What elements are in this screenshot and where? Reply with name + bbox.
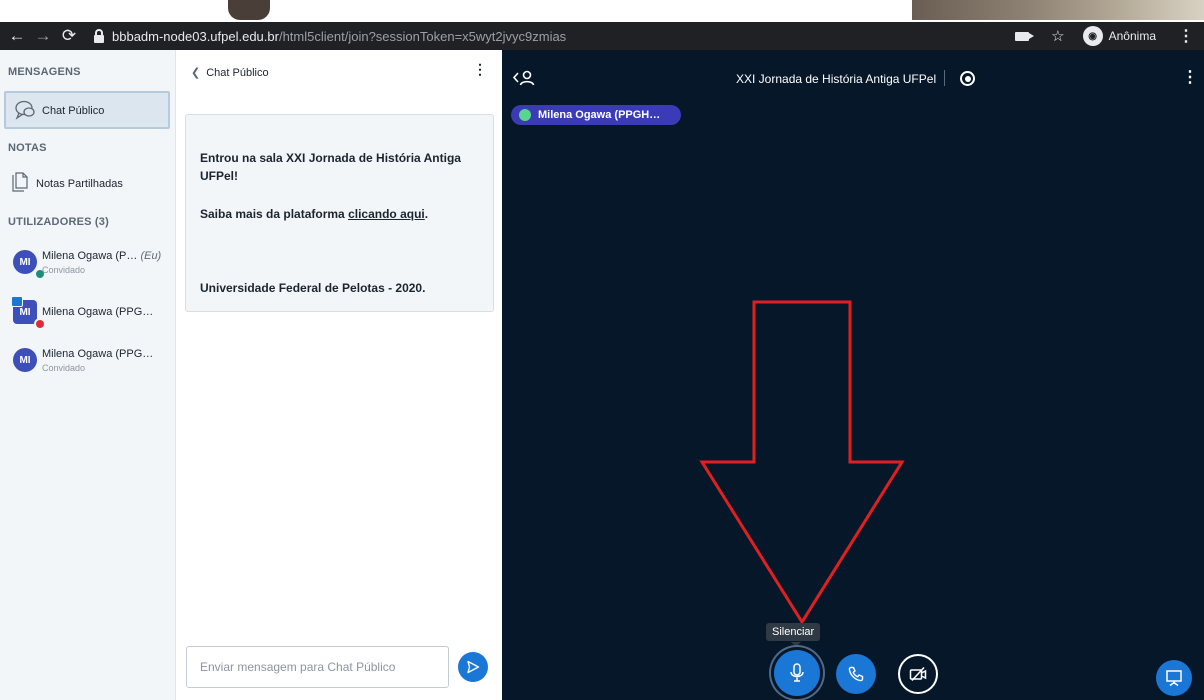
share-webcam-button[interactable] [898, 654, 938, 694]
tooltip-caret [791, 642, 801, 647]
user-role: Convidado [42, 265, 86, 275]
chat-title: Chat Público [206, 67, 269, 79]
welcome-line: Entrou na sala XXI Jornada de História A… [200, 151, 461, 183]
sidebar: MENSAGENS Chat Público NOTAS Notas Parti… [0, 50, 176, 700]
notes-section-title: NOTAS [8, 142, 47, 154]
chat-options-icon[interactable]: ⋮ [473, 62, 487, 76]
user-list-item[interactable]: MI Milena Ogawa (PPG… Convidado [0, 342, 176, 382]
microphone-icon [519, 109, 531, 121]
toggle-user-list-icon[interactable] [512, 70, 536, 86]
incognito-label[interactable]: Anônima [1109, 29, 1156, 43]
welcome-line: Universidade Federal de Pelotas - 2020. [200, 281, 426, 295]
muted-mic-icon [34, 318, 46, 330]
camera-in-use-icon[interactable] [1015, 31, 1035, 41]
url-host: bbbadm-node03.ufpel.edu.br [112, 28, 279, 44]
presenter-icon [11, 296, 23, 307]
lock-icon[interactable] [92, 29, 106, 43]
phone-icon [848, 666, 864, 682]
chat-bubble-icon [15, 100, 35, 120]
chat-back-button[interactable]: ❮ Chat Público [191, 66, 269, 79]
learn-more-link[interactable]: clicando aqui [348, 207, 425, 221]
mute-tooltip: Silenciar [766, 623, 821, 641]
avatar: MI [13, 250, 37, 274]
chat-panel: ❮ Chat Público ⋮ Entrou na sala XXI Jorna… [177, 50, 502, 700]
screen-top-strip [0, 0, 1204, 22]
welcome-message: Entrou na sala XXI Jornada de História A… [185, 114, 494, 312]
welcome-line: Saiba mais da plataforma clicando aqui. [200, 207, 429, 221]
messages-section-title: MENSAGENS [8, 66, 81, 78]
options-menu-icon[interactable]: ⋮ [1182, 70, 1198, 86]
user-name: Milena Ogawa (PPG… [42, 306, 154, 318]
avatar: MI [13, 348, 37, 372]
send-icon [467, 660, 480, 674]
background-photo-fragment [912, 0, 1204, 20]
reload-icon[interactable]: ⟳ [56, 22, 82, 50]
talker-name: Milena Ogawa (PPGH… [538, 109, 661, 121]
red-arrow-annotation [699, 300, 905, 625]
title-divider [944, 70, 945, 86]
user-role: Convidado [42, 363, 86, 373]
user-list-item[interactable]: MI Milena Ogawa (PPG… [0, 294, 176, 334]
send-message-button[interactable] [458, 652, 488, 682]
browser-toolbar: ← → ⟳ bbbadm-node03.ufpel.edu.br/html5cl… [0, 22, 1204, 50]
talking-indicator[interactable]: Milena Ogawa (PPGH… [511, 105, 681, 125]
background-photo-fragment [228, 0, 270, 20]
presentation-icon [1166, 670, 1182, 687]
back-arrow-icon[interactable]: ← [4, 22, 30, 50]
chat-input-box [186, 646, 449, 688]
sidebar-item-shared-notes[interactable]: Notas Partilhadas [36, 178, 123, 190]
leave-audio-button[interactable] [836, 654, 876, 694]
user-name: Milena Ogawa (P… (Eu) [42, 250, 162, 262]
sidebar-item-public-chat[interactable]: Chat Público [4, 91, 170, 129]
address-bar[interactable]: bbbadm-node03.ufpel.edu.br/html5client/j… [112, 29, 566, 44]
document-icon[interactable] [12, 172, 28, 192]
chat-message-input[interactable] [187, 647, 448, 687]
url-path: /html5client/join?sessionToken=x5wyt2jvy… [278, 28, 567, 44]
incognito-icon[interactable]: ◉ [1082, 26, 1103, 46]
user-name: Milena Ogawa (PPG… [42, 348, 154, 360]
star-icon[interactable]: ☆ [1051, 27, 1064, 45]
browser-menu-icon[interactable]: ⋮ [1178, 26, 1194, 46]
meeting-title: XXI Jornada de História Antiga UFPel [736, 72, 937, 86]
restore-presentation-button[interactable] [1156, 660, 1192, 696]
forward-arrow-icon[interactable]: → [30, 22, 56, 50]
users-section-title: UTILIZADORES (3) [8, 216, 109, 228]
sidebar-item-label: Chat Público [42, 105, 105, 117]
presentation-area: XXI Jornada de História Antiga UFPel ⋮ M… [502, 50, 1204, 700]
chevron-left-icon: ❮ [191, 67, 201, 79]
user-list-item[interactable]: MI Milena Ogawa (P… (Eu) Convidado [0, 244, 176, 284]
microphone-icon [790, 663, 804, 682]
mute-button[interactable] [774, 650, 820, 696]
record-icon[interactable] [960, 71, 975, 86]
camera-off-icon [909, 666, 927, 682]
